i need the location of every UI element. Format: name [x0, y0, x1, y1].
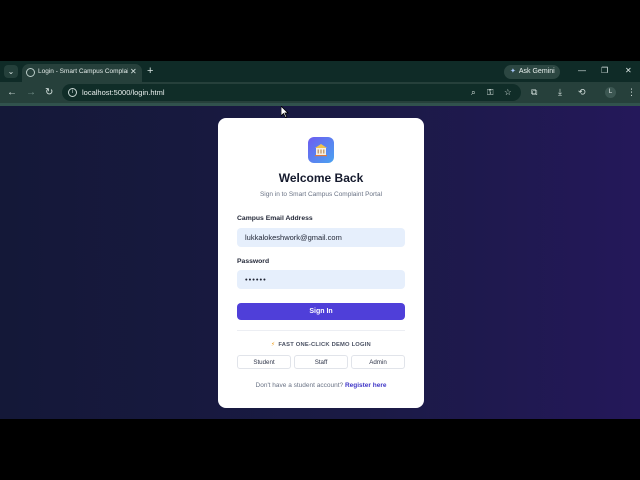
extensions-icon[interactable]: ⧉: [531, 87, 537, 97]
divider: [237, 330, 405, 331]
minimize-button[interactable]: —: [578, 66, 586, 76]
globe-icon: [26, 68, 35, 77]
tab-bar: ⌄ Login - Smart Campus Complaint ✕ + ✦ As…: [0, 61, 640, 82]
register-prompt: Don't have a student account? Register h…: [218, 382, 424, 389]
register-link[interactable]: Register here: [345, 382, 387, 389]
tab-close-icon[interactable]: ✕: [130, 67, 137, 77]
tab-title: Login - Smart Campus Complaint: [38, 68, 128, 75]
site-info-icon[interactable]: i: [68, 88, 77, 97]
campus-building-icon: [315, 144, 327, 157]
ask-gemini-button[interactable]: ✦ Ask Gemini: [504, 65, 560, 79]
tab-login[interactable]: Login - Smart Campus Complaint ✕: [22, 64, 142, 82]
mouse-cursor-icon: [281, 106, 289, 118]
reload-icon[interactable]: ↻: [45, 87, 53, 98]
email-field[interactable]: [237, 228, 405, 247]
demo-login-label: ⚡ FAST ONE-CLICK DEMO LOGIN: [218, 342, 424, 348]
gemini-spark-icon: ✦: [510, 68, 516, 75]
sign-in-button[interactable]: Sign In: [237, 303, 405, 320]
profile-avatar[interactable]: L: [605, 87, 616, 98]
download-icon[interactable]: ⤓: [558, 87, 562, 97]
password-field[interactable]: [237, 270, 405, 289]
ask-gemini-label: Ask Gemini: [518, 68, 555, 75]
screen: ⌄ Login - Smart Campus Complaint ✕ + ✦ As…: [0, 0, 640, 480]
register-prompt-text: Don't have a student account?: [255, 382, 344, 389]
tab-list-icon[interactable]: ⌄: [4, 65, 18, 78]
password-label: Password: [237, 258, 270, 265]
login-page: Welcome Back Sign in to Smart Campus Com…: [0, 106, 640, 419]
page-subtitle: Sign in to Smart Campus Complaint Portal: [259, 191, 383, 198]
password-key-icon[interactable]: ⚿: [487, 87, 493, 97]
restore-button[interactable]: ❐: [601, 66, 608, 76]
email-label: Campus Email Address: [237, 215, 313, 222]
login-card: Welcome Back Sign in to Smart Campus Com…: [218, 118, 424, 408]
bookmark-star-icon[interactable]: ☆: [504, 87, 512, 97]
demo-login-text: FAST ONE-CLICK DEMO LOGIN: [278, 342, 371, 348]
demo-student-button[interactable]: Student: [237, 355, 291, 369]
demo-admin-button[interactable]: Admin: [351, 355, 405, 369]
bolt-icon: ⚡: [271, 342, 276, 348]
demo-staff-button[interactable]: Staff: [294, 355, 348, 369]
zoom-icon[interactable]: ⌕: [471, 87, 476, 97]
close-window-button[interactable]: ✕: [625, 66, 632, 76]
url-text[interactable]: localhost:5000/login.html: [82, 88, 165, 97]
app-logo: [308, 137, 334, 163]
back-icon[interactable]: ←: [7, 87, 17, 98]
browser-toolbar: ← → ↻ i localhost:5000/login.html ⌕ ⚿ ☆ …: [0, 82, 640, 103]
history-icon[interactable]: ⟲: [578, 87, 586, 97]
page-title: Welcome Back: [278, 171, 364, 185]
address-bar[interactable]: i localhost:5000/login.html ⌕ ⚿ ☆: [62, 84, 521, 101]
forward-icon[interactable]: →: [26, 87, 36, 98]
new-tab-button[interactable]: +: [147, 64, 153, 78]
kebab-menu-icon[interactable]: ⋮: [627, 87, 636, 97]
browser-window: ⌄ Login - Smart Campus Complaint ✕ + ✦ As…: [0, 61, 640, 419]
